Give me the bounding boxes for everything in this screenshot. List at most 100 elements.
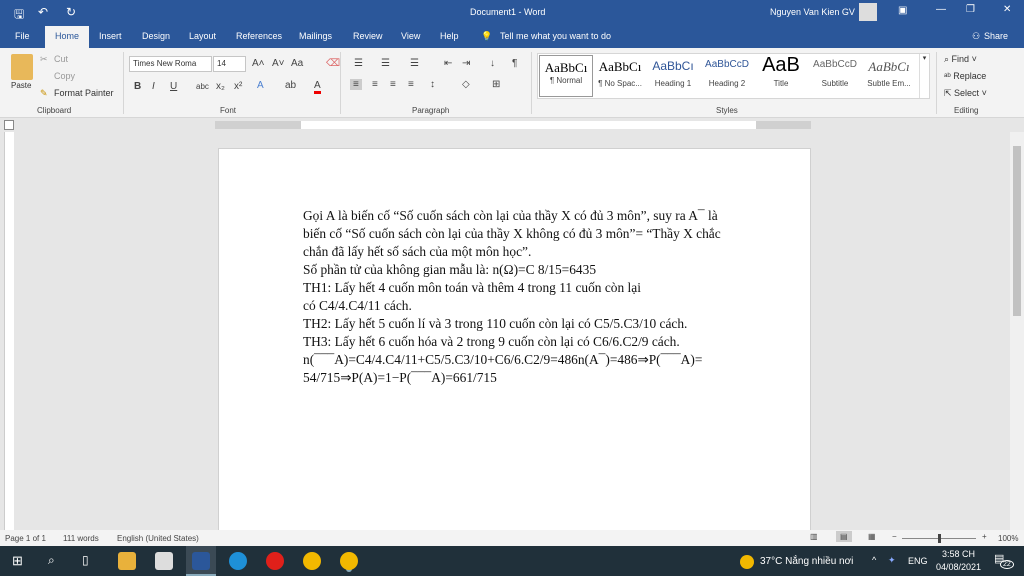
redo-icon[interactable]: ↻ [66, 5, 76, 19]
cut-icon[interactable]: ✂ [40, 54, 48, 65]
tab-mailings[interactable]: Mailings [299, 31, 332, 41]
italic-icon[interactable]: I [152, 81, 155, 92]
chevron-up-icon[interactable]: ^ [872, 555, 876, 565]
tab-review[interactable]: Review [353, 31, 383, 41]
highlight-icon[interactable]: ab [285, 80, 296, 91]
format-painter-button[interactable]: Format Painter [54, 88, 114, 98]
borders-icon[interactable]: ⊞ [492, 79, 500, 90]
shrink-font-icon[interactable]: A˅ [272, 58, 285, 69]
minimize-icon[interactable]: — [936, 4, 946, 15]
style-no-spacing[interactable]: AaBbCı ¶ No Spac... [593, 59, 647, 88]
tab-help[interactable]: Help [440, 31, 459, 41]
align-left-icon[interactable]: ≡ [350, 79, 362, 90]
page-count[interactable]: Page 1 of 1 [5, 534, 46, 543]
underline-icon[interactable]: U [170, 81, 177, 92]
zoom-slider-thumb[interactable] [938, 534, 941, 543]
line-spacing-icon[interactable]: ↕ [430, 79, 435, 90]
zoom-out-button[interactable]: − [892, 532, 897, 541]
justify-icon[interactable]: ≡ [408, 79, 414, 90]
print-layout-icon[interactable]: ▤ [836, 531, 852, 542]
undo-icon[interactable]: ↶ [38, 5, 48, 19]
clear-formatting-icon[interactable]: ⌫ [326, 58, 340, 69]
close-icon[interactable]: ✕ [1003, 4, 1011, 15]
restore-icon[interactable]: ❐ [966, 4, 975, 15]
teams-icon[interactable]: ✦ [888, 555, 896, 566]
share-icon[interactable]: ⚇ [972, 31, 980, 42]
word-taskbar-button[interactable] [186, 546, 216, 576]
style-heading-2[interactable]: AaBbCcD Heading 2 [700, 59, 754, 88]
clock-date[interactable]: 04/08/2021 [936, 562, 981, 572]
avatar[interactable] [859, 3, 877, 21]
chrome-icon[interactable] [340, 552, 358, 570]
tab-home[interactable]: Home [45, 26, 90, 48]
word-count[interactable]: 111 words [63, 534, 99, 543]
horizontal-ruler[interactable] [0, 118, 1024, 132]
opera-icon[interactable] [266, 552, 284, 570]
cut-button[interactable]: Cut [54, 54, 68, 64]
bold-icon[interactable]: B [134, 81, 141, 92]
change-case-icon[interactable]: Aa [291, 58, 303, 69]
style-heading-1[interactable]: AaBbCı Heading 1 [646, 59, 700, 88]
tab-layout[interactable]: Layout [189, 31, 216, 41]
clock-time[interactable]: 3:58 CH [942, 549, 975, 559]
store-icon[interactable] [155, 552, 173, 570]
zoom-level[interactable]: 100% [998, 534, 1018, 543]
web-layout-icon[interactable]: ▦ [868, 532, 876, 541]
copy-button[interactable]: Copy [54, 71, 75, 81]
align-right-icon[interactable]: ≡ [390, 79, 396, 90]
bullets-icon[interactable]: ☰ [354, 58, 363, 69]
shading-icon[interactable]: ◇ [462, 79, 470, 90]
share-button[interactable]: Share [984, 31, 1008, 41]
style-subtitle[interactable]: AaBbCcD Subtitle [808, 59, 862, 88]
font-color-icon[interactable]: A [314, 80, 321, 94]
strikethrough-icon[interactable]: abc [196, 82, 209, 91]
vertical-scrollbar[interactable] [1010, 132, 1024, 530]
increase-indent-icon[interactable]: ⇥ [462, 58, 470, 69]
paste-button[interactable]: Paste [11, 81, 31, 90]
zoom-in-button[interactable]: + [982, 532, 987, 541]
select-button[interactable]: ⇱ Select ˅ [944, 88, 987, 99]
scrollbar-thumb[interactable] [1013, 146, 1021, 316]
replace-button[interactable]: ᵃᵇ Replace [944, 71, 986, 81]
superscript-icon[interactable]: x² [234, 81, 242, 92]
paste-icon[interactable] [11, 54, 33, 80]
text-effects-icon[interactable]: A [257, 80, 264, 91]
style-normal[interactable]: AaBbCı ¶ Normal [539, 55, 593, 97]
grow-font-icon[interactable]: A˄ [252, 58, 265, 69]
edge-icon[interactable] [229, 552, 247, 570]
style-subtle-emphasis[interactable]: AaBbCı Subtle Em... [862, 59, 916, 88]
font-name-select[interactable]: Times New Roma [129, 56, 212, 72]
search-icon[interactable]: ⌕ [48, 553, 55, 568]
tab-view[interactable]: View [401, 31, 420, 41]
tab-file[interactable]: File [15, 31, 30, 41]
align-center-icon[interactable]: ≡ [372, 79, 378, 90]
styles-more-button[interactable]: ▾ [919, 54, 929, 98]
windows-start-icon[interactable]: ⊞ [12, 553, 23, 569]
tab-references[interactable]: References [236, 31, 282, 41]
save-icon[interactable]: 🖫 [14, 5, 24, 26]
tell-me-search[interactable]: Tell me what you want to do [500, 31, 611, 41]
subscript-icon[interactable]: x₂ [216, 81, 225, 92]
decrease-indent-icon[interactable]: ⇤ [444, 58, 452, 69]
document-body[interactable]: Gọi A là biến cố “Số cuốn sách còn lại c… [303, 207, 763, 387]
input-language[interactable]: ENG [908, 556, 928, 566]
chrome-icon[interactable] [303, 552, 321, 570]
tab-selector[interactable] [4, 120, 14, 130]
show-marks-icon[interactable]: ¶ [512, 58, 517, 69]
tab-design[interactable]: Design [142, 31, 170, 41]
numbering-icon[interactable]: ☰ [381, 58, 390, 69]
read-mode-icon[interactable]: ▥ [810, 532, 818, 541]
vertical-ruler[interactable] [4, 132, 14, 530]
tab-insert[interactable]: Insert [99, 31, 122, 41]
font-size-select[interactable]: 14 [213, 56, 246, 72]
multilevel-list-icon[interactable]: ☰ [410, 58, 419, 69]
style-title[interactable]: AaB Title [754, 54, 808, 88]
language[interactable]: English (United States) [117, 534, 199, 543]
find-button[interactable]: ⌕ Find ˅ [944, 54, 977, 65]
ribbon-display-icon[interactable]: ▣ [898, 5, 907, 16]
document-page[interactable]: Gọi A là biến cố “Số cuốn sách còn lại c… [218, 148, 811, 538]
sort-icon[interactable]: ↓ [490, 58, 495, 69]
file-explorer-icon[interactable] [118, 552, 136, 570]
task-view-icon[interactable]: ▯ [82, 553, 89, 567]
weather-text[interactable]: 37°C Nắng nhiều nơi [760, 556, 853, 567]
